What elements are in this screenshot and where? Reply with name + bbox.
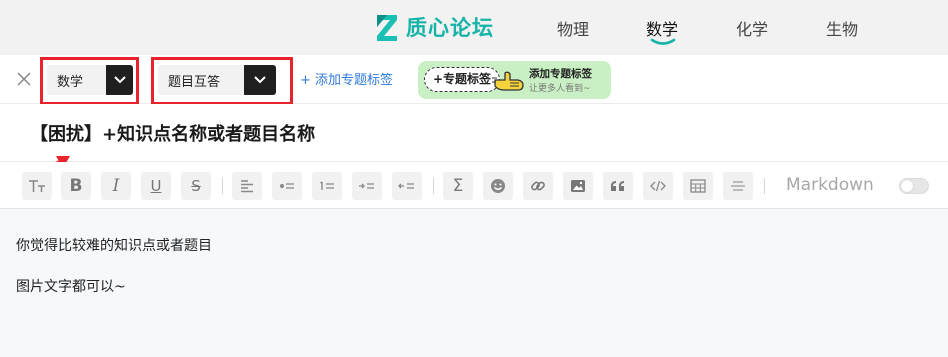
text-size-button[interactable]	[22, 172, 52, 200]
table-icon	[690, 179, 706, 193]
indent-button[interactable]	[352, 172, 382, 200]
image-icon	[571, 180, 585, 192]
hint-subtitle: 让更多人看到~	[529, 84, 591, 94]
emoji-icon	[491, 179, 505, 193]
align-left-icon	[241, 180, 253, 193]
markdown-label: Markdown	[786, 175, 874, 195]
horizontal-rule-icon	[731, 181, 745, 191]
question-type-select[interactable]: 题目互答	[158, 65, 276, 95]
chevron-down-icon	[244, 65, 276, 95]
quote-button[interactable]	[603, 172, 633, 200]
editor-body[interactable]: 你觉得比较难的知识点或者题目 图片文字都可以~	[0, 209, 948, 357]
brand-name: 质心论坛	[406, 16, 494, 40]
tag-selection-row: 数学 题目互答 + 添加专题标签 +专题标签 添加专题标签 让更多人看到~	[0, 55, 948, 105]
outdent-button[interactable]	[392, 172, 422, 200]
ordered-list-icon	[320, 181, 334, 190]
nav-item-physics[interactable]: 物理	[557, 16, 589, 40]
nav-item-math[interactable]: 数学	[646, 16, 678, 40]
brand-logo[interactable]: 质心论坛	[374, 10, 494, 44]
strikethrough-icon: S	[191, 177, 201, 195]
logo-z-icon	[377, 15, 397, 41]
formula-button[interactable]: Σ	[443, 172, 473, 200]
toolbar-divider	[433, 178, 434, 194]
emoji-button[interactable]	[483, 172, 513, 200]
editor-page: 质心论坛 物理 数学 化学 生物 数学 题目互答 + 添加专题标签 +专题标签 …	[0, 0, 948, 357]
toolbar-divider	[222, 178, 223, 194]
bullet-list-button[interactable]	[272, 172, 302, 200]
bold-button[interactable]: B	[61, 172, 91, 200]
toolbar-divider	[764, 178, 765, 194]
chevron-down-icon	[106, 65, 133, 95]
align-left-button[interactable]	[232, 172, 262, 200]
top-navigation: 质心论坛 物理 数学 化学 生物	[0, 0, 948, 55]
editor-line: 你觉得比较难的知识点或者题目	[16, 238, 212, 254]
horizontal-rule-button[interactable]	[723, 172, 753, 200]
italic-icon: I	[112, 176, 120, 196]
editor-line: 图片文字都可以~	[16, 279, 126, 295]
text-size-icon	[29, 180, 45, 192]
code-button[interactable]	[643, 172, 673, 200]
topic-tag-pill[interactable]: +专题标签	[424, 67, 501, 92]
add-topic-tag-link[interactable]: + 添加专题标签	[300, 69, 393, 88]
indent-icon	[359, 183, 374, 189]
nav-item-biology[interactable]: 生物	[826, 16, 858, 40]
toggle-knob	[901, 180, 913, 192]
link-button[interactable]	[523, 172, 553, 200]
close-icon[interactable]	[15, 70, 33, 88]
bold-icon: B	[69, 176, 83, 196]
editor-toolbar: B I U S Σ Markdown	[0, 162, 948, 209]
underline-button[interactable]: U	[141, 172, 171, 200]
italic-button[interactable]: I	[101, 172, 131, 200]
subject-select-value: 数学	[57, 74, 84, 90]
link-icon	[531, 181, 545, 191]
active-nav-underline	[650, 38, 676, 45]
code-icon	[650, 180, 666, 192]
hint-title: 添加专题标签	[529, 68, 592, 80]
topic-tag-hint-bubble: +专题标签 添加专题标签 让更多人看到~	[418, 61, 611, 99]
nav-item-chemistry[interactable]: 化学	[736, 16, 768, 40]
table-button[interactable]	[683, 172, 713, 200]
quote-icon	[611, 181, 624, 191]
markdown-toggle[interactable]	[899, 178, 929, 194]
underline-icon: U	[150, 177, 162, 195]
subject-select[interactable]: 数学	[47, 65, 133, 95]
post-title-input[interactable]: 【困扰】+知识点名称或者题目名称	[30, 120, 315, 146]
image-button[interactable]	[563, 172, 593, 200]
title-row: 【困扰】+知识点名称或者题目名称	[0, 104, 948, 162]
strikethrough-button[interactable]: S	[181, 172, 211, 200]
pointing-hand-icon	[492, 71, 524, 91]
formula-icon: Σ	[452, 176, 464, 196]
outdent-icon	[398, 183, 414, 189]
bullet-list-icon	[280, 183, 294, 189]
type-select-value: 题目互答	[168, 74, 221, 90]
ordered-list-button[interactable]	[312, 172, 342, 200]
